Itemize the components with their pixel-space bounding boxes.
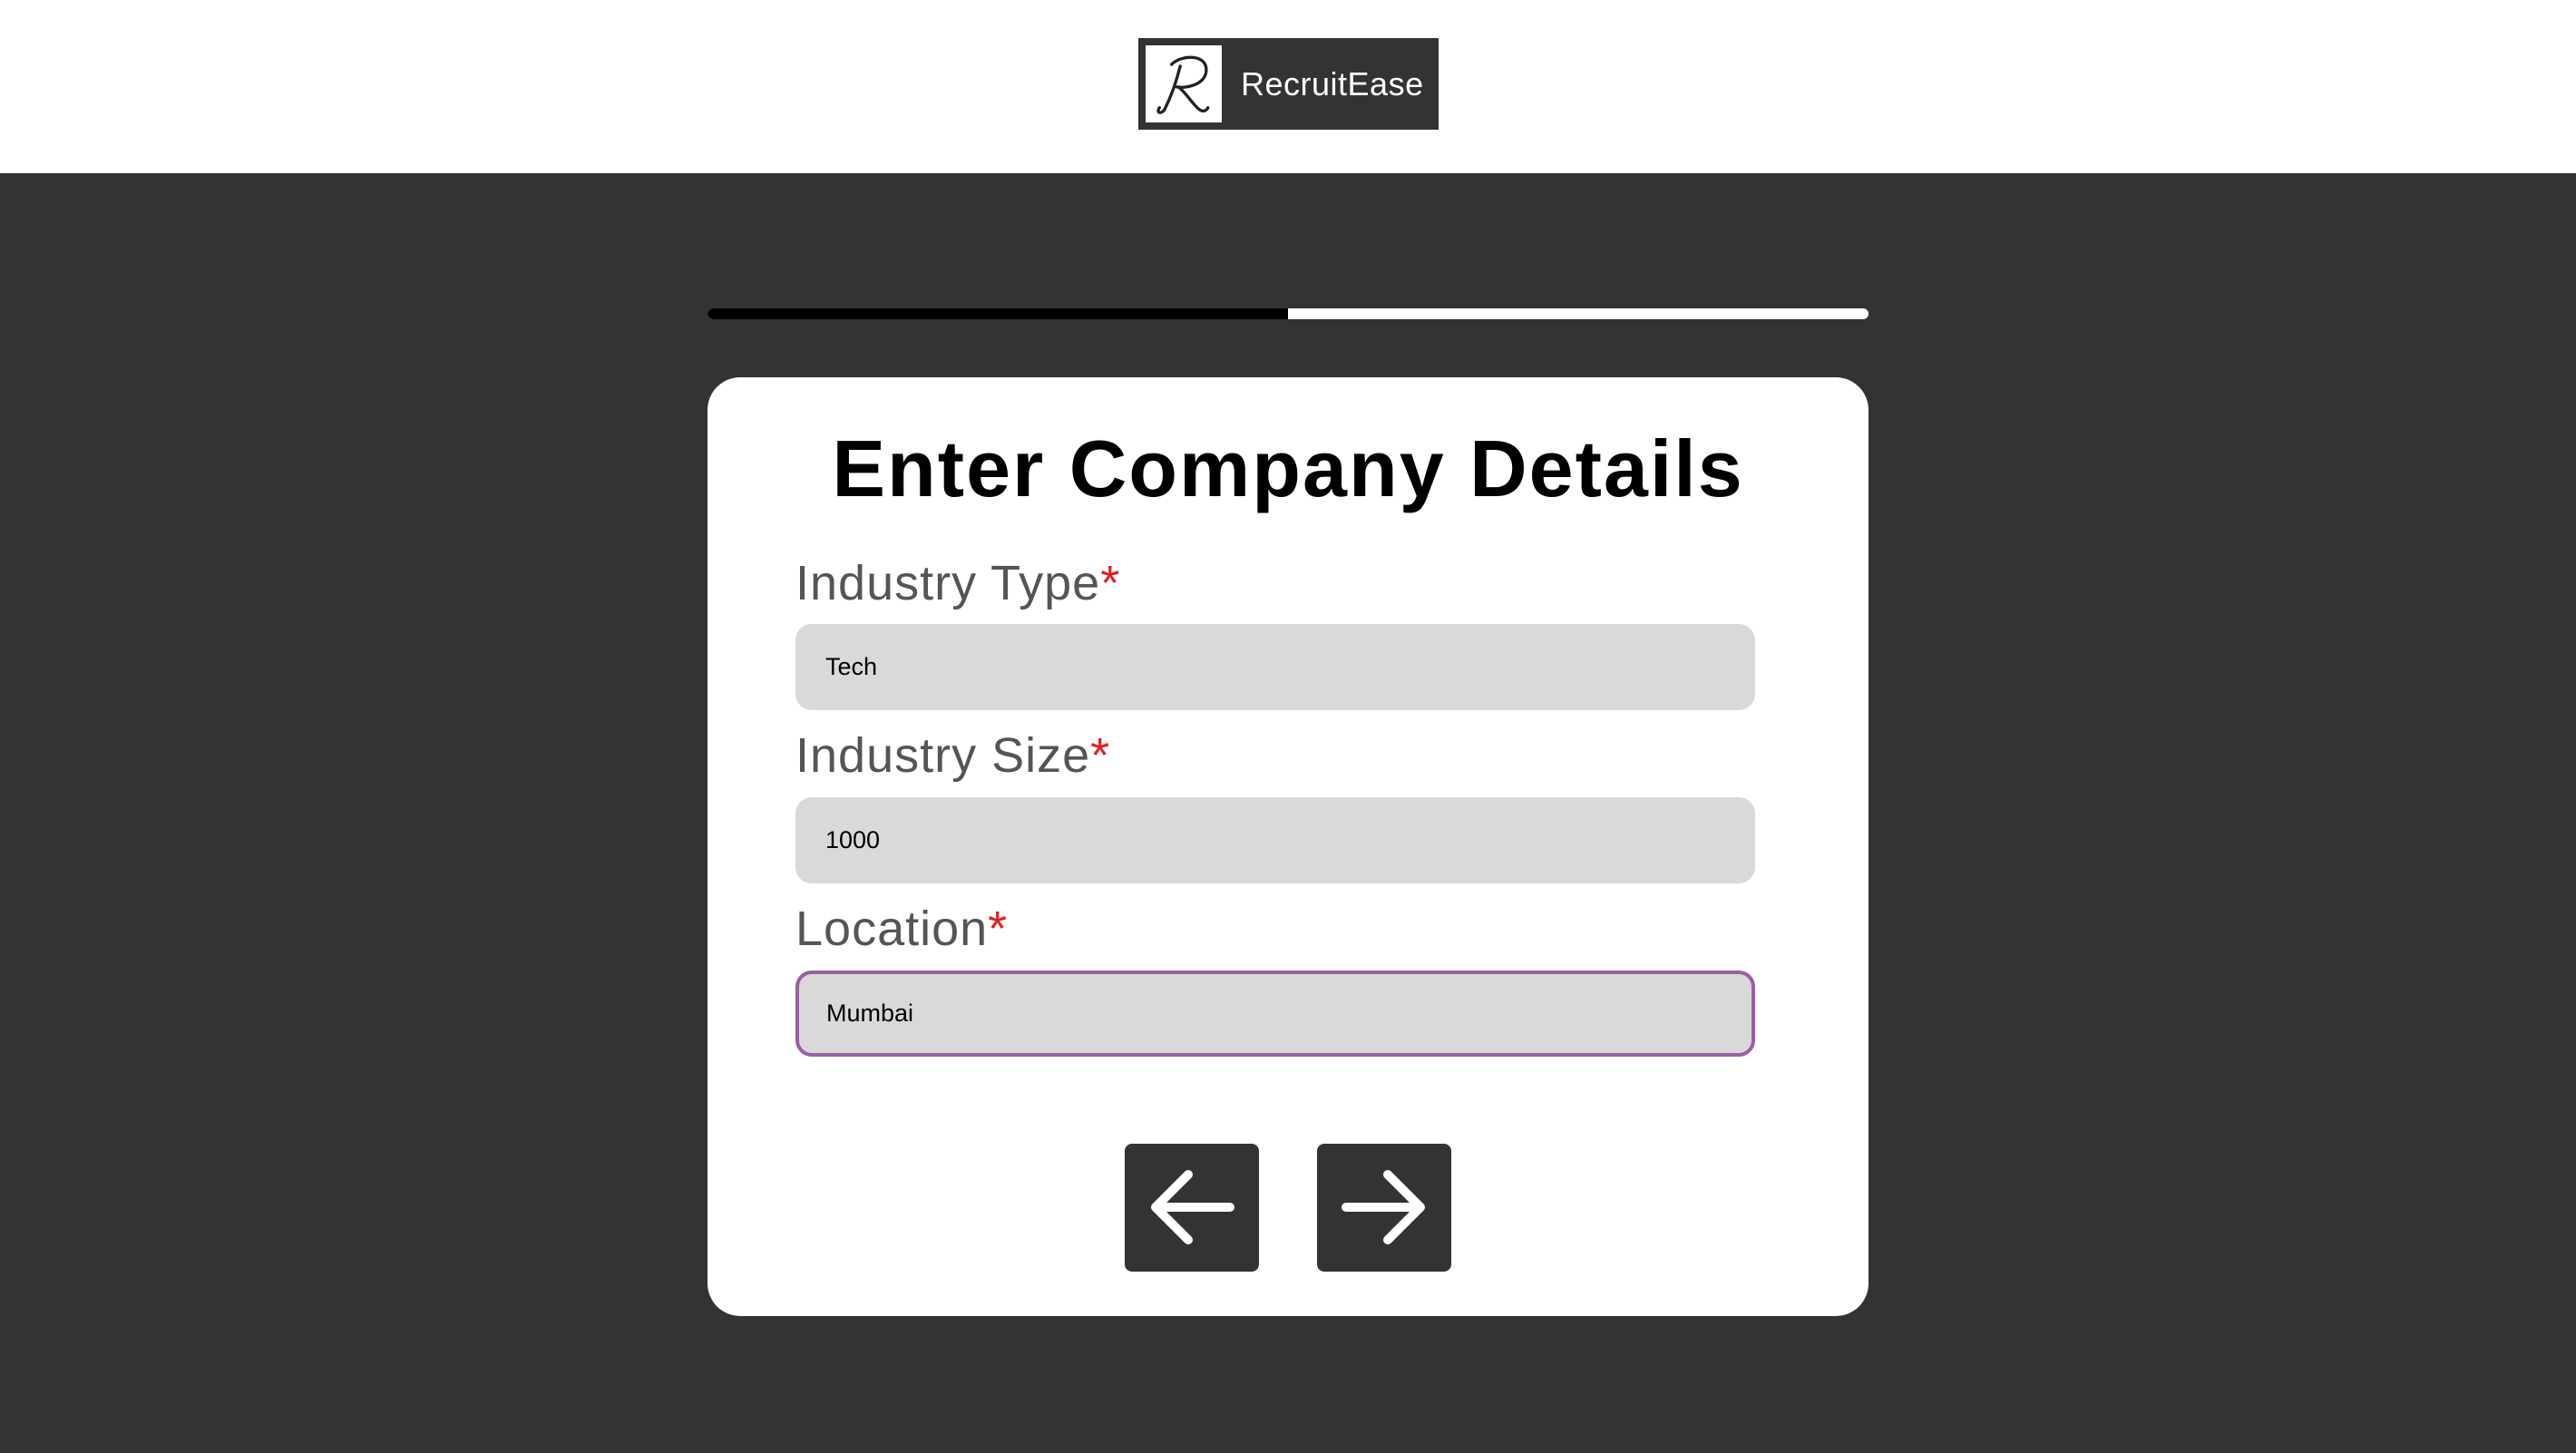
brand-name: RecruitEase <box>1241 65 1424 102</box>
industry-type-label: Industry Type* <box>795 555 1120 611</box>
next-button[interactable] <box>1317 1144 1451 1272</box>
required-marker: * <box>1090 728 1111 783</box>
industry-size-label-text: Industry Size <box>795 728 1091 783</box>
required-marker: * <box>1100 556 1121 610</box>
required-marker: * <box>988 902 1009 956</box>
script-r-icon <box>1144 44 1224 124</box>
brand-logo[interactable]: RecruitEase <box>1138 38 1439 130</box>
industry-size-input[interactable] <box>795 797 1755 883</box>
progress-bar-fill <box>707 308 1288 319</box>
progress-bar <box>707 308 1869 319</box>
industry-size-label: Industry Size* <box>795 727 1110 784</box>
company-details-card: Enter Company Details Industry Type* Ind… <box>707 377 1869 1316</box>
arrow-right-icon <box>1342 1170 1425 1244</box>
location-input[interactable] <box>795 970 1755 1057</box>
industry-type-label-text: Industry Type <box>795 556 1101 610</box>
back-button[interactable] <box>1125 1144 1259 1272</box>
industry-type-input[interactable] <box>795 624 1755 710</box>
top-header: RecruitEase <box>0 0 2576 173</box>
location-label-text: Location <box>795 902 989 956</box>
arrow-left-icon <box>1151 1170 1234 1244</box>
location-label: Location* <box>795 901 1008 957</box>
page-title: Enter Company Details <box>832 424 1744 513</box>
